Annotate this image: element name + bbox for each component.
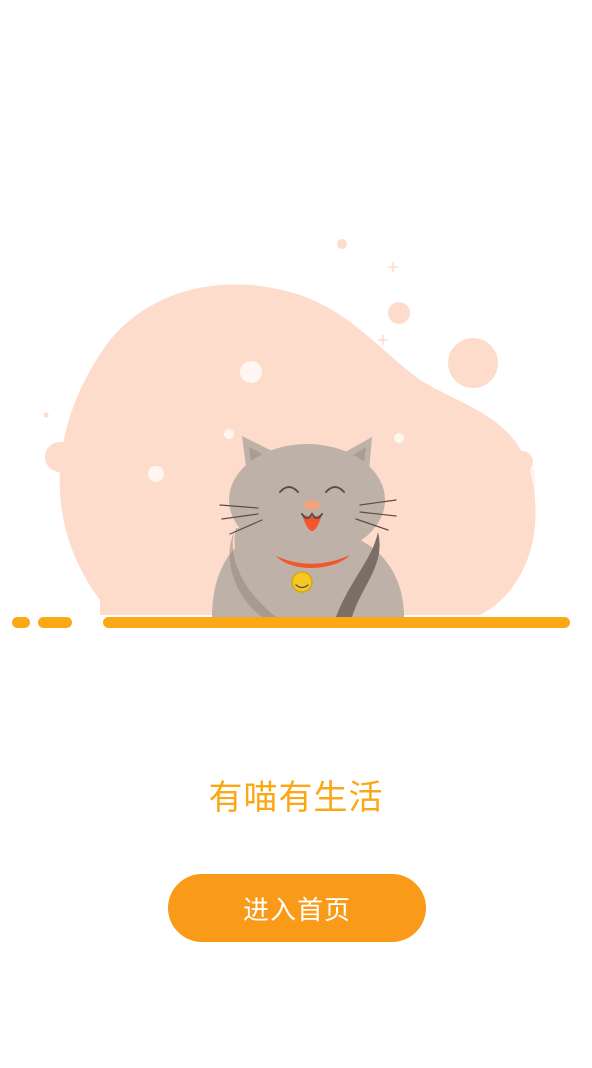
bell-icon bbox=[291, 571, 313, 593]
ground-line bbox=[12, 617, 570, 628]
cat-illustration bbox=[12, 239, 570, 628]
tagline: 有喵有生活 bbox=[208, 778, 384, 818]
splash-screen: 有喵有生活 进入首页 bbox=[0, 0, 592, 1068]
enter-home-button[interactable]: 进入首页 bbox=[168, 874, 426, 942]
